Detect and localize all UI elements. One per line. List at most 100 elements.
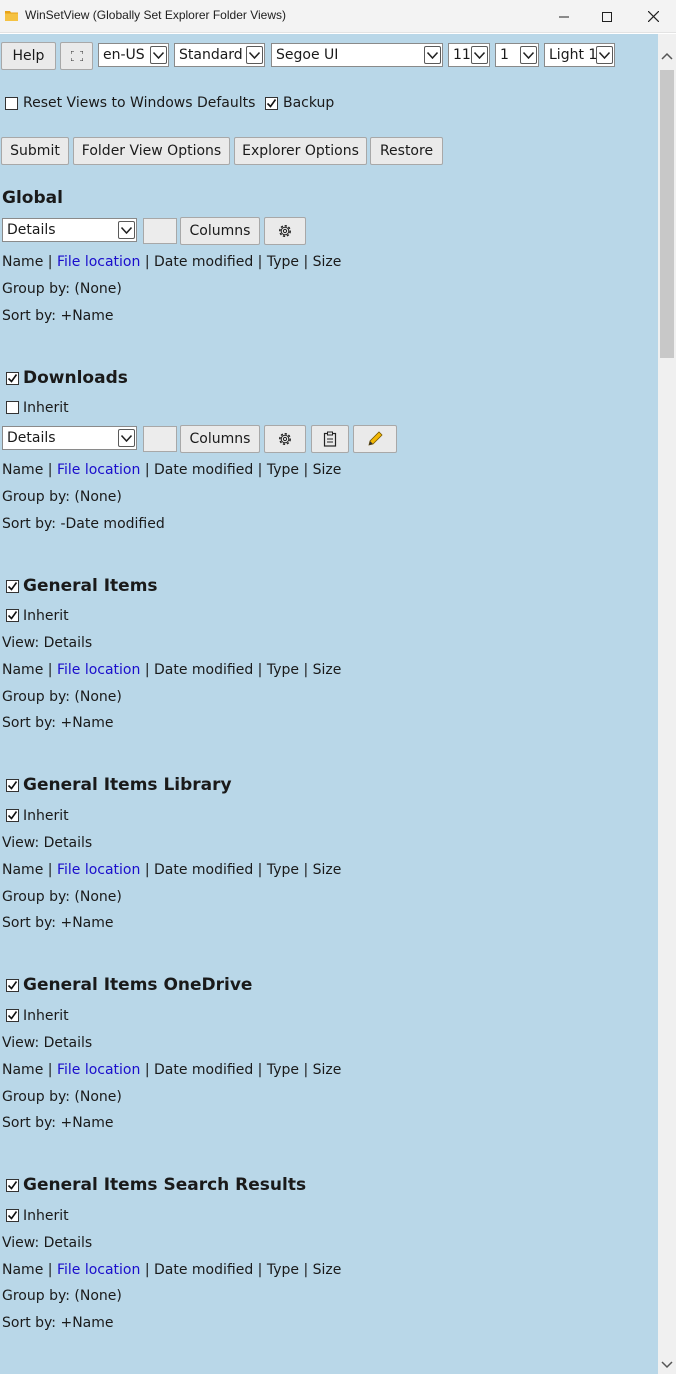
general-items-columns-list: Name | File location | Date modified | T… xyxy=(2,662,341,678)
general-items-library-sort-by: Sort by: +Name xyxy=(2,915,114,931)
reset-views-checkbox[interactable] xyxy=(5,97,18,110)
chevron-down-icon xyxy=(520,46,537,64)
scrollbar-thumb[interactable] xyxy=(660,70,674,358)
font-select[interactable]: Segoe UI xyxy=(271,43,443,67)
check-icon xyxy=(7,1181,18,1190)
check-icon xyxy=(7,611,18,620)
mode-value: Standard xyxy=(179,47,243,63)
general-items-onedrive-inherit-checkbox[interactable] xyxy=(6,1009,19,1022)
general-items-onedrive-columns-list: Name | File location | Date modified | T… xyxy=(2,1062,341,1078)
gear-icon xyxy=(279,225,291,237)
general-items-search-results-columns-list: Name | File location | Date modified | T… xyxy=(2,1262,341,1278)
mode-select[interactable]: Standard xyxy=(174,43,265,67)
general-items-onedrive-view: View: Details xyxy=(2,1035,93,1051)
downloads-paste-button[interactable] xyxy=(311,425,349,453)
spacing-select[interactable]: 1 xyxy=(495,43,539,67)
global-settings-button[interactable] xyxy=(264,217,306,245)
column-date-modified: Date modified xyxy=(154,462,254,478)
general-items-search-results-checkbox[interactable] xyxy=(6,1179,19,1192)
downloads-inherit-label: Inherit xyxy=(23,400,69,416)
backup-checkbox[interactable] xyxy=(265,97,278,110)
check-icon xyxy=(7,582,18,591)
global-group-by: Group by: (None) xyxy=(2,281,122,297)
downloads-checkbox[interactable] xyxy=(6,372,19,385)
general-items-library-checkbox[interactable] xyxy=(6,779,19,792)
column-name: Name xyxy=(2,1262,44,1278)
general-items-search-results-inherit-label: Inherit xyxy=(23,1208,69,1224)
downloads-columns-list: Name | File location | Date modified | T… xyxy=(2,462,341,478)
column-date-modified: Date modified xyxy=(154,1262,254,1278)
downloads-inherit-checkbox[interactable] xyxy=(6,401,19,414)
language-select[interactable]: en-US xyxy=(98,43,169,67)
column-file-location-link[interactable]: File location xyxy=(57,462,140,478)
column-date-modified: Date modified xyxy=(154,662,254,678)
font-size-select[interactable]: 11 xyxy=(448,43,490,67)
downloads-color-box[interactable] xyxy=(143,426,177,452)
pencil-icon xyxy=(368,431,383,446)
spacing-value: 1 xyxy=(500,47,509,63)
separator: | xyxy=(299,1262,313,1278)
font-size-value: 11 xyxy=(453,47,471,63)
explorer-options-button[interactable]: Explorer Options xyxy=(234,137,367,165)
column-file-location-link[interactable]: File location xyxy=(57,1062,140,1078)
chevron-down-icon xyxy=(424,46,441,64)
separator: | xyxy=(299,254,313,270)
scroll-down-icon[interactable] xyxy=(661,1360,673,1370)
column-file-location-link[interactable]: File location xyxy=(57,662,140,678)
restore-button[interactable]: Restore xyxy=(370,137,443,165)
column-date-modified: Date modified xyxy=(154,254,254,270)
general-items-library-view: View: Details xyxy=(2,835,93,851)
column-type: Type xyxy=(266,462,299,478)
separator: | xyxy=(43,462,57,478)
general-items-inherit-label: Inherit xyxy=(23,608,69,624)
general-items-onedrive-sort-by: Sort by: +Name xyxy=(2,1115,114,1131)
general-items-library-inherit-checkbox[interactable] xyxy=(6,809,19,822)
general-items-onedrive-checkbox[interactable] xyxy=(6,979,19,992)
global-columns-button[interactable]: Columns xyxy=(180,217,260,245)
separator: | xyxy=(253,662,267,678)
main-content: Help en-US Standard Segoe UI 11 1 Light … xyxy=(0,34,658,1374)
help-button[interactable]: Help xyxy=(1,42,56,70)
submit-button[interactable]: Submit xyxy=(1,137,69,165)
separator: | xyxy=(140,662,154,678)
downloads-group-by: Group by: (None) xyxy=(2,489,122,505)
downloads-columns-button[interactable]: Columns xyxy=(180,425,260,453)
downloads-settings-button[interactable] xyxy=(264,425,306,453)
general-items-onedrive-group-by: Group by: (None) xyxy=(2,1089,122,1105)
general-items-library-heading: General Items Library xyxy=(23,775,232,795)
chevron-down-icon xyxy=(118,429,135,447)
global-color-box[interactable] xyxy=(143,218,177,244)
column-file-location-link[interactable]: File location xyxy=(57,254,140,270)
general-items-checkbox[interactable] xyxy=(6,580,19,593)
general-items-heading: General Items xyxy=(23,576,158,596)
general-items-inherit-checkbox[interactable] xyxy=(6,609,19,622)
scroll-up-icon[interactable] xyxy=(661,51,673,61)
gear-icon xyxy=(279,433,291,445)
clipboard-icon xyxy=(323,431,337,447)
vertical-scrollbar[interactable] xyxy=(658,34,676,1374)
chevron-down-icon xyxy=(150,46,167,64)
minimize-button[interactable] xyxy=(541,0,587,33)
check-icon xyxy=(7,811,18,820)
theme-select[interactable]: Light 1 xyxy=(544,43,615,67)
downloads-edit-button[interactable] xyxy=(353,425,397,453)
downloads-view-select[interactable]: Details xyxy=(2,426,137,450)
folder-view-options-button[interactable]: Folder View Options xyxy=(73,137,230,165)
maximize-button[interactable] xyxy=(584,0,630,33)
general-items-search-results-inherit-checkbox[interactable] xyxy=(6,1209,19,1222)
column-file-location-link[interactable]: File location xyxy=(57,862,140,878)
column-name: Name xyxy=(2,662,44,678)
close-button[interactable] xyxy=(630,0,676,33)
window-title: WinSetView (Globally Set Explorer Folder… xyxy=(25,8,286,22)
column-size: Size xyxy=(312,254,342,270)
column-name: Name xyxy=(2,462,44,478)
column-file-location-link[interactable]: File location xyxy=(57,1262,140,1278)
separator: | xyxy=(140,1262,154,1278)
global-sort-by: Sort by: +Name xyxy=(2,308,114,324)
separator: | xyxy=(140,254,154,270)
column-date-modified: Date modified xyxy=(154,862,254,878)
fullscreen-button[interactable] xyxy=(60,42,93,70)
global-view-select[interactable]: Details xyxy=(2,218,137,242)
column-date-modified: Date modified xyxy=(154,1062,254,1078)
column-type: Type xyxy=(266,254,299,270)
